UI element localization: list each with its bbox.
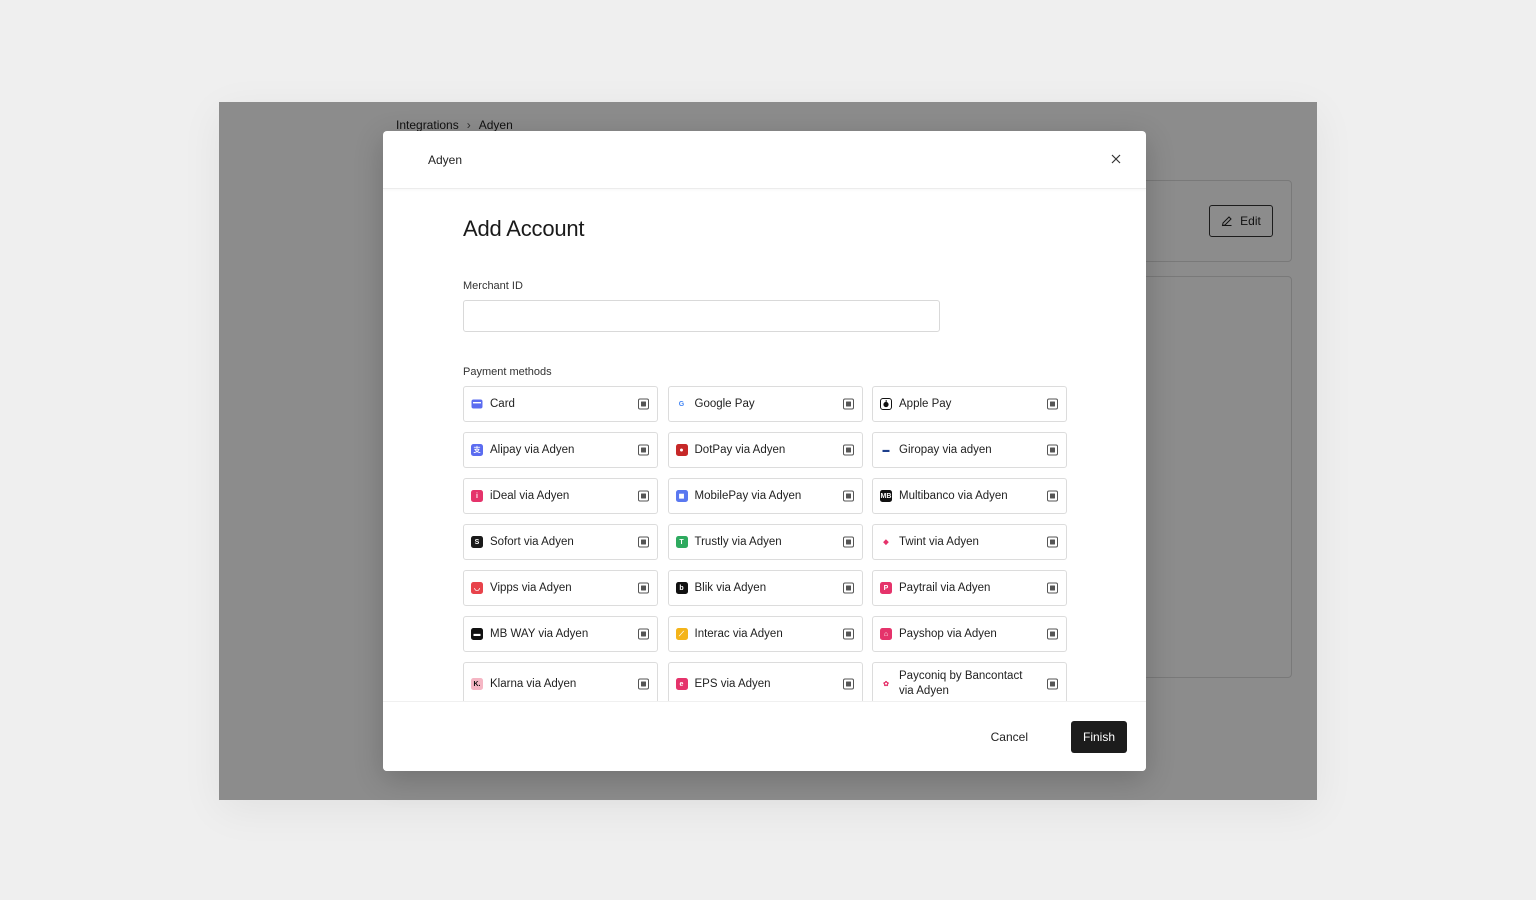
modal-footer: Cancel Finish (383, 701, 1146, 771)
payment-method-label: Trustly via Adyen (694, 535, 782, 548)
payment-method-card[interactable]: K. Klarna via Adyen (463, 662, 658, 702)
modal-body: Add Account Merchant ID Payment methods … (383, 190, 1146, 702)
payment-method-label: iDeal via Adyen (490, 489, 570, 502)
payment-method-card[interactable]: G Google Pay (667, 386, 863, 422)
payment-method-card[interactable]: ◼ MobilePay via Adyen (667, 478, 863, 514)
payment-method-card[interactable]: T Trustly via Adyen (667, 524, 863, 560)
payment-method-label: MobilePay via Adyen (694, 489, 802, 502)
payment-method-checkbox[interactable] (842, 490, 854, 502)
close-button[interactable] (1108, 151, 1124, 167)
payment-method-card[interactable]: ▬ Giropay via adyen (872, 432, 1067, 468)
payment-method-checkbox[interactable] (638, 490, 649, 502)
add-account-modal: Adyen Add Account Merchant ID Payment me… (383, 131, 1146, 771)
payshop-icon: ⌂ (880, 628, 892, 640)
close-icon (1111, 154, 1121, 164)
google-pay-icon: G (675, 398, 688, 410)
payment-method-checkbox[interactable] (842, 536, 854, 548)
payment-method-label: EPS via Adyen (694, 677, 771, 690)
payment-method-checkbox[interactable] (638, 536, 649, 548)
payment-method-label: Multibanco via Adyen (899, 489, 1008, 502)
payment-method-checkbox[interactable] (638, 628, 649, 640)
payment-method-label: Payconiq by Bancontact via Adyen (899, 670, 1023, 697)
payment-method-card[interactable]: ✿ Payconiq by Bancontact via Adyen (872, 662, 1067, 702)
payment-method-checkbox[interactable] (1047, 582, 1058, 594)
finish-button[interactable]: Finish (1071, 721, 1127, 753)
merchant-id-input[interactable] (463, 300, 940, 332)
payment-method-card[interactable]: ⌂ Payshop via Adyen (872, 616, 1067, 652)
payment-method-card[interactable]: i iDeal via Adyen (463, 478, 658, 514)
payment-method-card[interactable]: S Sofort via Adyen (463, 524, 658, 560)
card-icon (471, 398, 483, 410)
payment-method-checkbox[interactable] (842, 582, 854, 594)
modal-title: Adyen (428, 153, 463, 167)
payment-method-label: Card (490, 397, 515, 410)
payment-method-label: Paytrail via Adyen (899, 581, 991, 594)
payment-method-checkbox[interactable] (1047, 628, 1058, 640)
eps-icon: e (675, 678, 688, 690)
paytrail-icon: P (880, 582, 892, 594)
payment-method-checkbox[interactable] (1047, 444, 1058, 456)
payment-method-checkbox[interactable] (842, 678, 854, 690)
payment-method-label: Payshop via Adyen (899, 627, 997, 640)
payment-method-checkbox[interactable] (638, 582, 649, 594)
multibanco-icon: MB (880, 490, 892, 502)
payment-method-card[interactable]: Card (463, 386, 658, 422)
apple-pay-icon (880, 398, 892, 410)
payment-method-card[interactable]: ◆ Twint via Adyen (872, 524, 1067, 560)
twint-icon: ◆ (880, 536, 892, 548)
payment-method-checkbox[interactable] (638, 678, 649, 690)
cancel-button[interactable]: Cancel (979, 721, 1040, 753)
payment-method-label: Twint via Adyen (899, 535, 979, 548)
payment-methods-grid: Card G Google Pay Apple Pay 支 Alipay via Adye… (463, 386, 1067, 702)
payment-method-card[interactable]: ▬ MB WAY via Adyen (463, 616, 658, 652)
payment-method-label: Google Pay (694, 397, 755, 410)
payment-method-label: Vipps via Adyen (490, 581, 572, 594)
payment-method-card[interactable]: e EPS via Adyen (667, 662, 863, 702)
ideal-icon: i (471, 490, 483, 502)
payconiq-icon: ✿ (880, 678, 892, 690)
payment-method-card[interactable]: ◡ Vipps via Adyen (463, 570, 658, 606)
payment-method-checkbox[interactable] (1047, 398, 1058, 410)
payment-method-checkbox[interactable] (842, 398, 854, 410)
payment-method-label: Giropay via adyen (899, 443, 992, 456)
payment-method-checkbox[interactable] (638, 398, 649, 410)
payment-method-label: Klarna via Adyen (490, 677, 577, 690)
modal-header: Adyen (383, 131, 1146, 189)
klarna-icon: K. (471, 678, 483, 690)
payment-method-card[interactable]: Apple Pay (872, 386, 1067, 422)
payment-method-label: Alipay via Adyen (490, 443, 575, 456)
trustly-icon: T (675, 536, 688, 548)
giropay-icon: ▬ (880, 444, 892, 456)
payment-method-card[interactable]: P Paytrail via Adyen (872, 570, 1067, 606)
payment-method-card[interactable]: ● DotPay via Adyen (667, 432, 863, 468)
payment-method-checkbox[interactable] (842, 628, 854, 640)
vipps-icon: ◡ (471, 582, 483, 594)
payment-method-checkbox[interactable] (638, 444, 649, 456)
payment-method-card[interactable]: 支 Alipay via Adyen (463, 432, 658, 468)
page-title: Add Account (463, 216, 585, 241)
merchant-id-label: Merchant ID (463, 280, 523, 292)
alipay-icon: 支 (471, 444, 483, 456)
mobilepay-icon: ◼ (675, 490, 688, 502)
payment-method-label: Interac via Adyen (694, 627, 783, 640)
payment-method-checkbox[interactable] (1047, 678, 1058, 690)
sofort-icon: S (471, 536, 483, 548)
blik-icon: b (675, 582, 688, 594)
payment-method-checkbox[interactable] (842, 444, 854, 456)
payment-method-checkbox[interactable] (1047, 536, 1058, 548)
interac-icon: ⟋ (675, 628, 688, 640)
payment-method-label: DotPay via Adyen (694, 443, 786, 456)
payment-method-checkbox[interactable] (1047, 490, 1058, 502)
payment-method-label: MB WAY via Adyen (490, 627, 589, 640)
payment-method-label: Sofort via Adyen (490, 535, 574, 548)
mbway-icon: ▬ (471, 628, 483, 640)
payment-method-label: Blik via Adyen (694, 581, 767, 594)
payment-method-label: Apple Pay (899, 397, 952, 410)
payment-method-card[interactable]: ⟋ Interac via Adyen (667, 616, 863, 652)
payment-methods-label: Payment methods (463, 366, 552, 378)
payment-method-card[interactable]: MB Multibanco via Adyen (872, 478, 1067, 514)
dotpay-icon: ● (675, 444, 688, 456)
payment-method-card[interactable]: b Blik via Adyen (667, 570, 863, 606)
